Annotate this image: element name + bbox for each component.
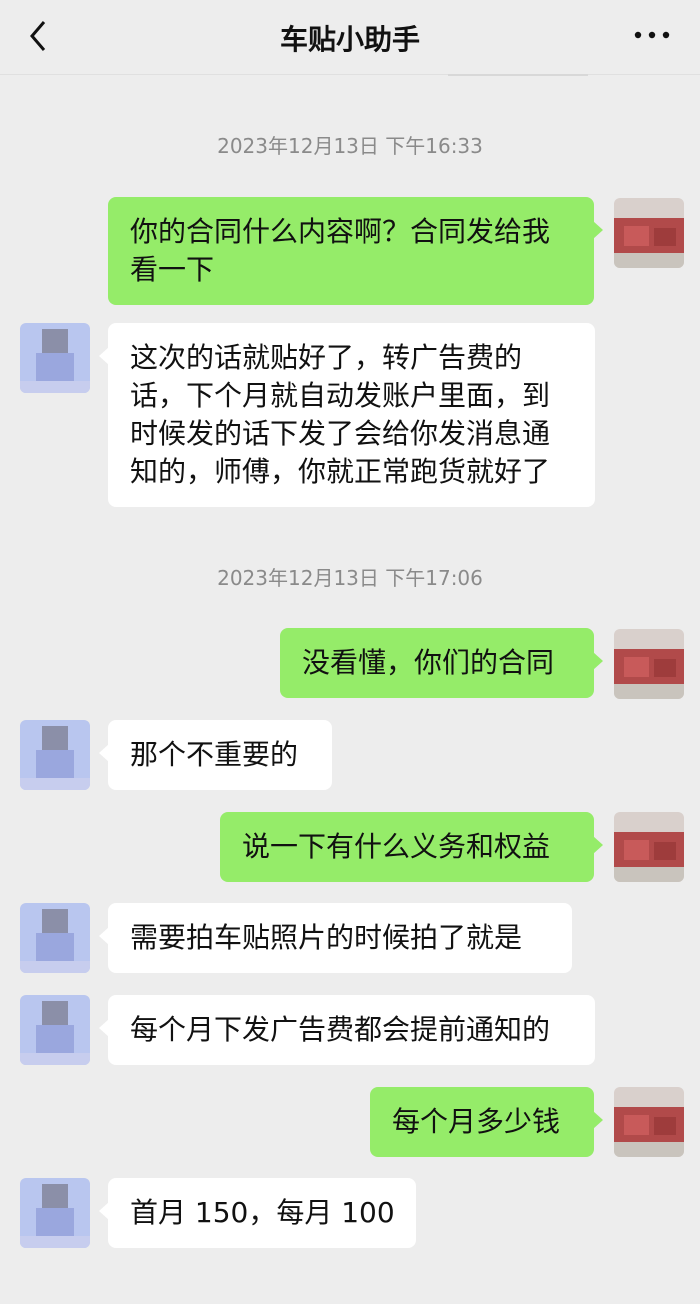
message-bubble-sent[interactable]: 每个月多少钱	[370, 1087, 603, 1157]
my-avatar[interactable]	[614, 1087, 684, 1157]
contact-avatar[interactable]	[20, 720, 90, 790]
message-bubble-received[interactable]: 需要拍车贴照片的时候拍了就是	[99, 903, 572, 973]
message-bubble-sent[interactable]: 没看懂，你们的合同	[280, 628, 603, 698]
message-bubble-sent[interactable]: 你的合同什么内容啊？合同发给我看一下	[108, 197, 603, 305]
message-bubble-received[interactable]: 这次的话就贴好了，转广告费的话，下个月就自动发账户里面，到时候发的话下发了会给你…	[99, 323, 595, 507]
contact-avatar[interactable]	[20, 323, 90, 393]
message-bubble-received[interactable]: 每个月下发广告费都会提前通知的	[99, 995, 595, 1065]
message-bubble-received[interactable]: 那个不重要的	[99, 720, 332, 790]
nav-bar: 车贴小助手	[0, 0, 700, 75]
contact-avatar[interactable]	[20, 995, 90, 1065]
contact-avatar[interactable]	[20, 903, 90, 973]
contact-avatar[interactable]	[20, 1178, 90, 1248]
timestamp: 2023年12月13日 下午17:06	[217, 566, 483, 590]
my-avatar[interactable]	[614, 198, 684, 268]
message-bubble-sent[interactable]: 说一下有什么义务和权益	[220, 812, 603, 882]
my-avatar[interactable]	[614, 812, 684, 882]
timestamp: 2023年12月13日 下午16:33	[217, 134, 483, 158]
chat-title: 车贴小助手	[279, 23, 420, 56]
more-dots-icon[interactable]	[632, 20, 672, 50]
divider	[448, 74, 588, 76]
my-avatar[interactable]	[614, 629, 684, 699]
message-bubble-received[interactable]: 首月 150，每月 100	[99, 1178, 416, 1248]
